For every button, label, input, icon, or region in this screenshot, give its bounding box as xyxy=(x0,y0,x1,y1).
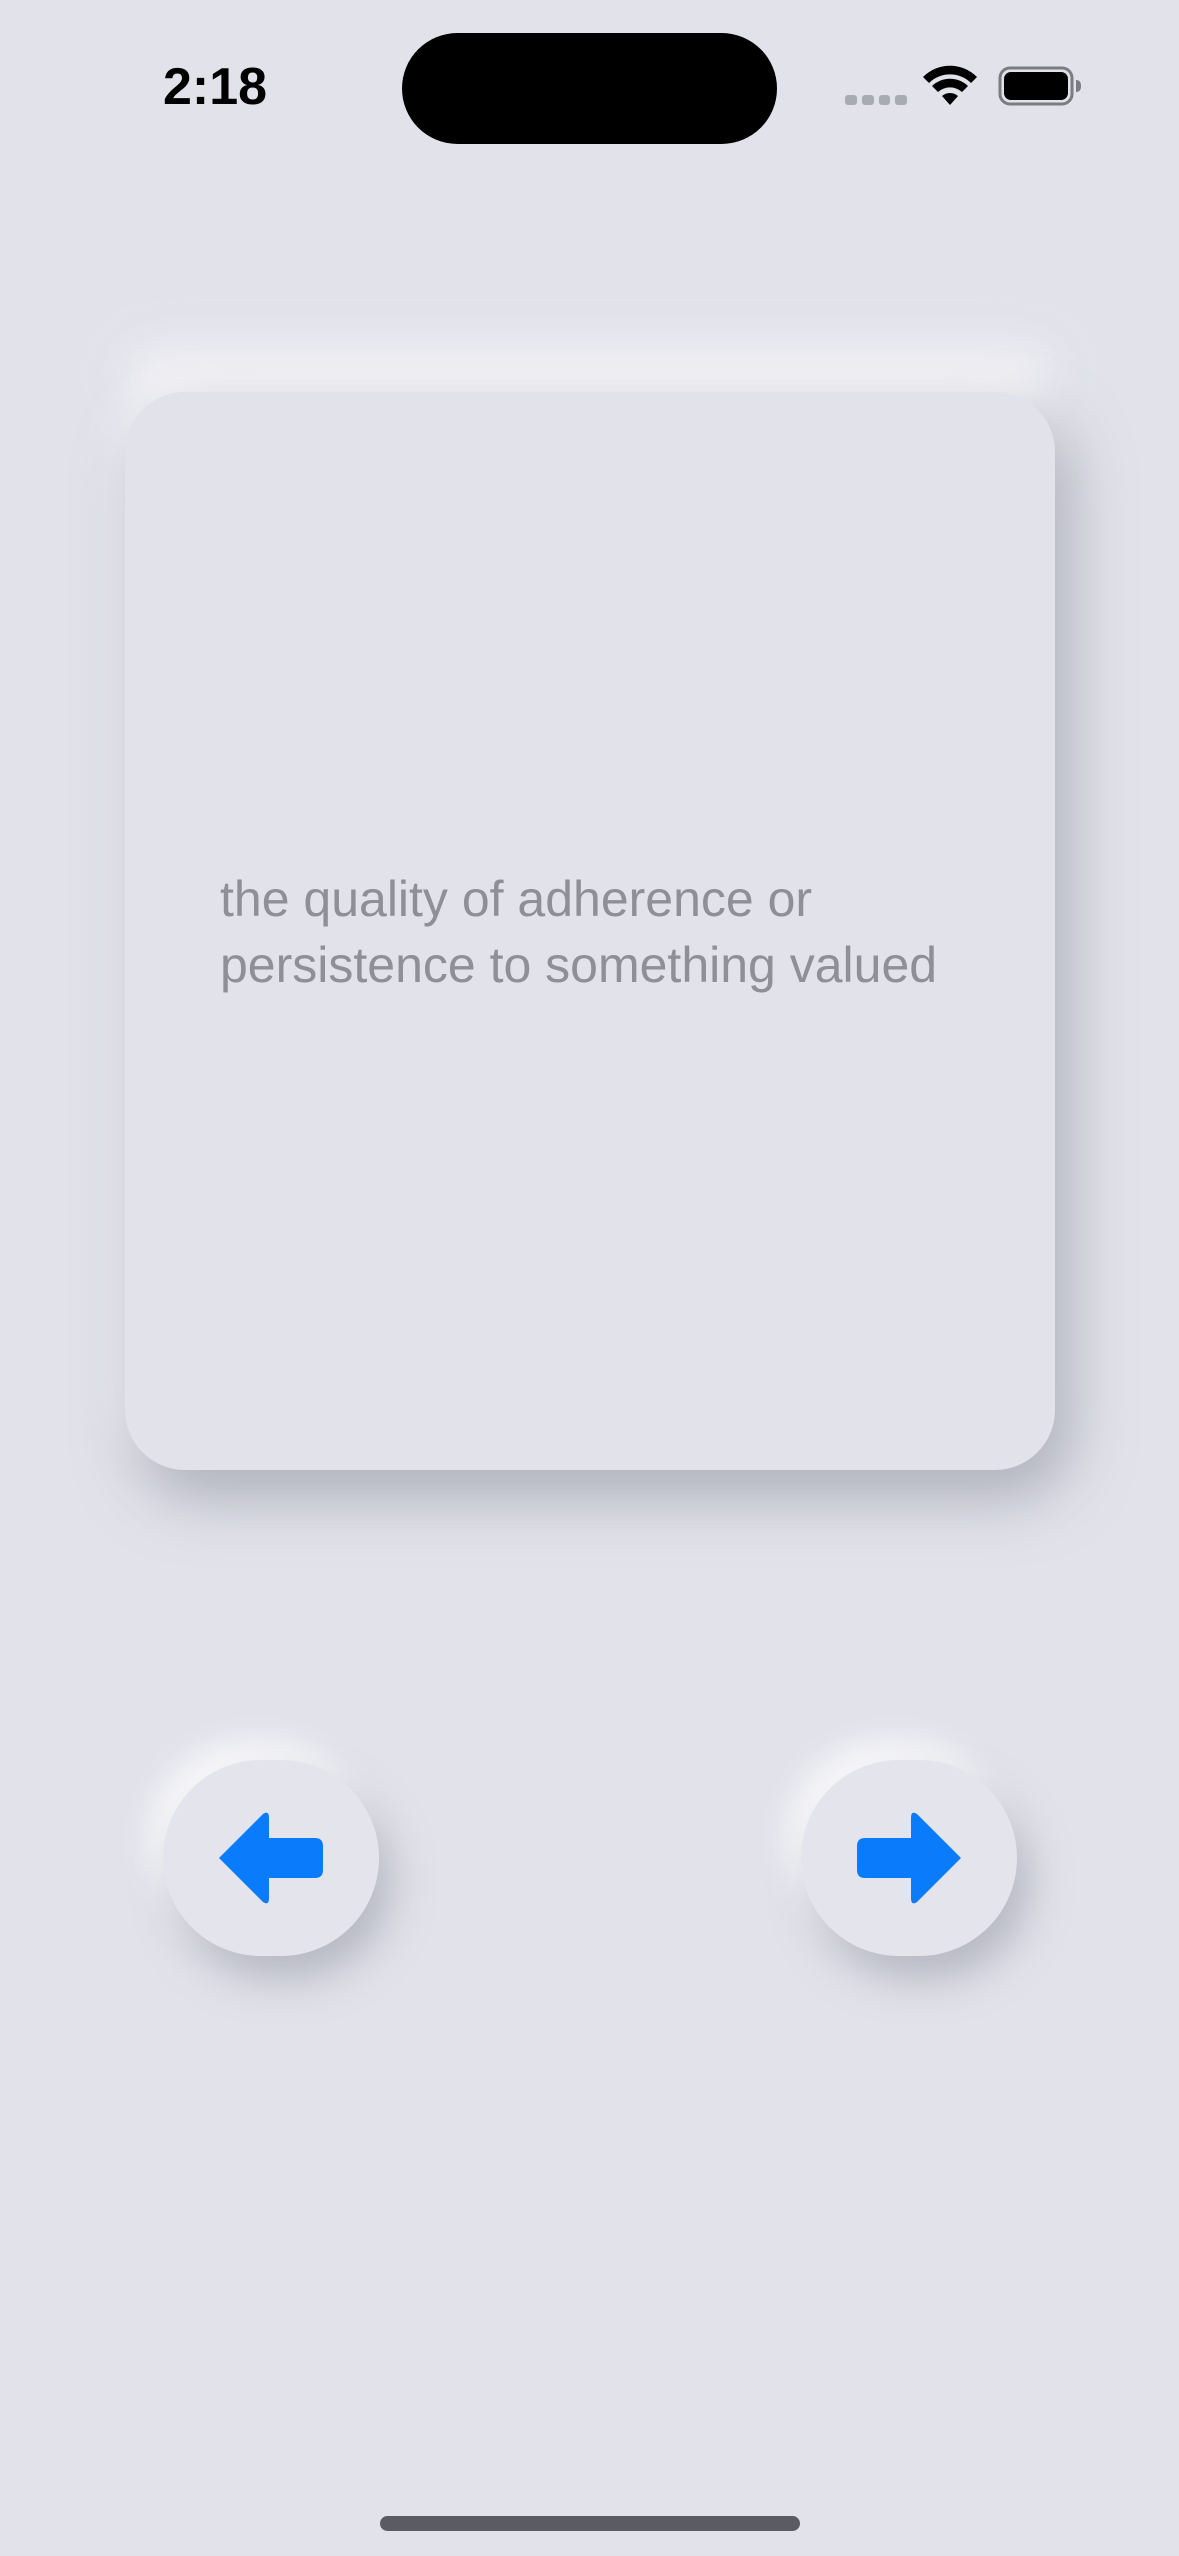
status-time: 2:18 xyxy=(162,58,268,116)
wifi-icon xyxy=(923,65,977,105)
arrow-right-icon xyxy=(857,1812,961,1904)
card-definition-text: the quality of adherence or persistence … xyxy=(220,871,938,993)
battery-icon xyxy=(998,66,1081,106)
previous-card-button[interactable] xyxy=(163,1760,379,1956)
cellular-signal-icon xyxy=(845,95,907,107)
next-card-button[interactable] xyxy=(801,1760,1017,1956)
home-indicator[interactable] xyxy=(380,2516,800,2531)
dynamic-island xyxy=(402,33,777,144)
screen: 2:18 the quality of adherence or persist… xyxy=(0,0,1179,2556)
flash-card[interactable]: the quality of adherence or persistence … xyxy=(125,392,1055,1470)
arrow-left-icon xyxy=(219,1812,323,1904)
